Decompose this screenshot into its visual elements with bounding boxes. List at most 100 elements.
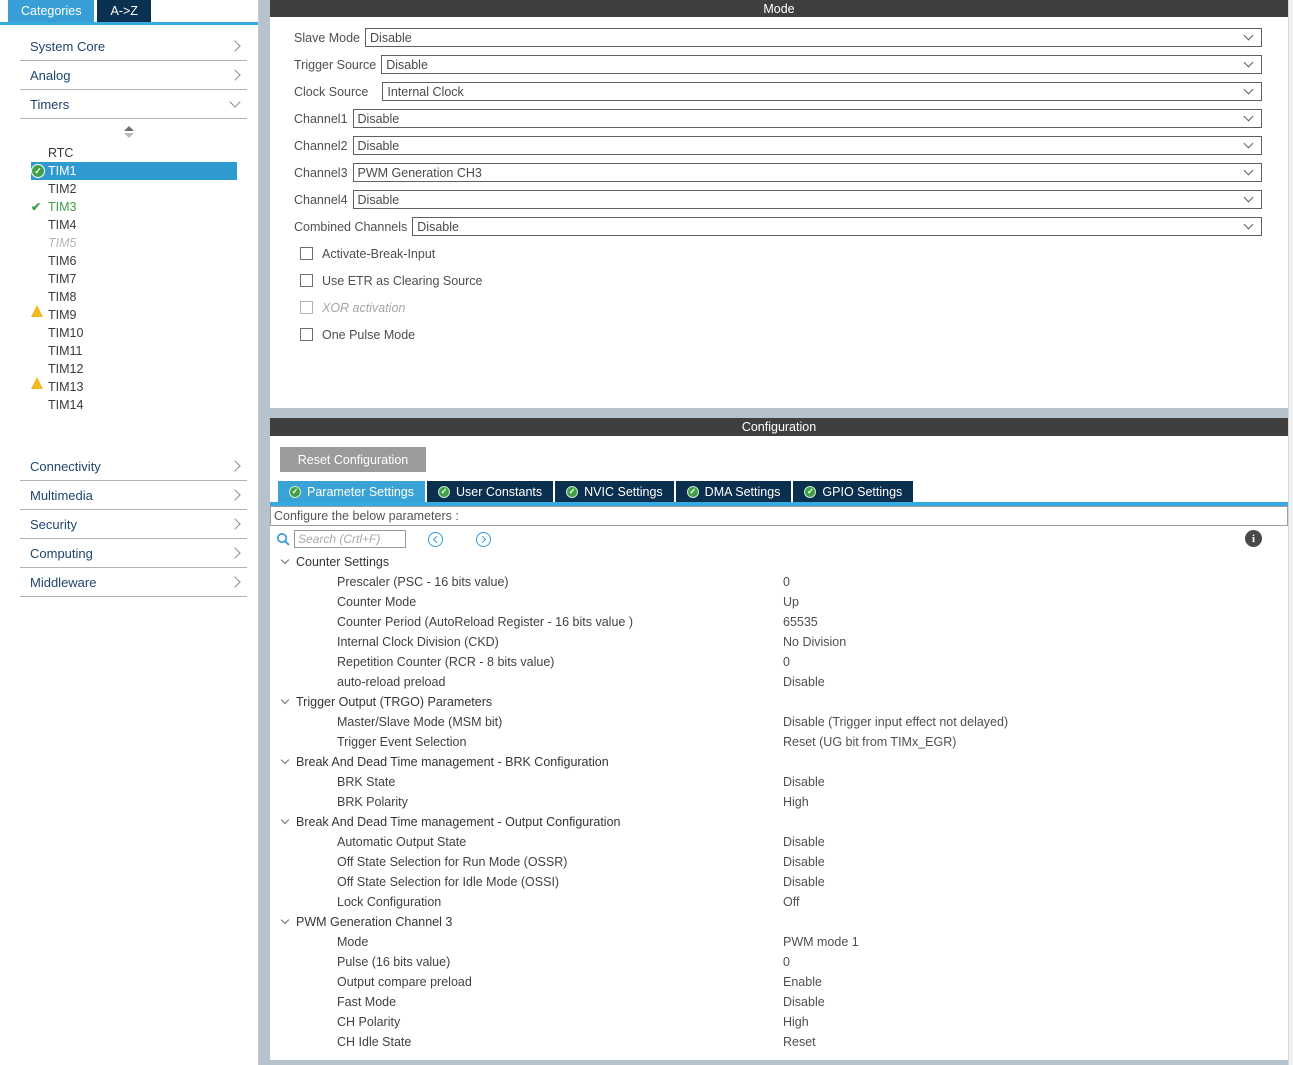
timer-list-item-tim1[interactable]: ✓ TIM1 (31, 162, 237, 180)
sidebar-category-timers[interactable]: Timers (0, 90, 258, 118)
sidebar-category-system-core[interactable]: System Core (0, 32, 258, 60)
tree-parameter-row[interactable]: Internal Clock Division (CKD) No Divisio… (270, 632, 1288, 652)
tree-parameter-row[interactable]: BRK Polarity High (270, 792, 1288, 812)
chevron-down-icon (1244, 58, 1254, 68)
tree-group-row[interactable]: Trigger Output (TRGO) Parameters (270, 692, 1288, 712)
timer-list-item-tim11[interactable]: TIM11 (31, 342, 237, 360)
reset-configuration-button[interactable]: Reset Configuration (280, 447, 426, 472)
tree-parameter-row[interactable]: Output compare preload Enable (270, 972, 1288, 992)
tree-parameter-row[interactable]: CH Idle State Reset (270, 1032, 1288, 1052)
tab-gpio-settings[interactable]: ✓ GPIO Settings (793, 481, 913, 502)
dropdown-channel3[interactable]: PWM Generation CH3 (353, 163, 1262, 182)
tree-group-row[interactable]: PWM Generation Channel 3 (270, 912, 1288, 932)
chevron-down-icon (1244, 166, 1254, 176)
timer-list-item-tim7[interactable]: TIM7 (31, 270, 237, 288)
mode-panel-body: Slave Mode Disable Trigger Source Disabl… (270, 17, 1288, 348)
info-icon[interactable]: i (1245, 530, 1262, 547)
dropdown-channel4[interactable]: Disable (353, 190, 1262, 209)
tree-parameter-row[interactable]: BRK State Disable (270, 772, 1288, 792)
tab-a-to-z[interactable]: A->Z (97, 0, 150, 22)
mode-dropdown-row: Channel2 Disable (270, 132, 1288, 159)
tree-parameter-row[interactable]: Off State Selection for Idle Mode (OSSI)… (270, 872, 1288, 892)
timer-list-item-tim14[interactable]: TIM14 (31, 396, 237, 414)
sidebar-category-middleware[interactable]: Middleware (0, 568, 258, 596)
timer-list-item-tim12[interactable]: ! TIM12 (31, 360, 237, 378)
dropdown-value: Disable (358, 193, 1245, 207)
timer-list-item-tim5[interactable]: TIM5 (31, 234, 237, 252)
tree-parameter-row[interactable]: Counter Period (AutoReload Register - 16… (270, 612, 1288, 632)
dropdown-slave-mode[interactable]: Disable (365, 28, 1262, 47)
mode-panel-title: Mode (270, 0, 1288, 17)
sidebar-category-connectivity[interactable]: Connectivity (0, 452, 258, 480)
tab-user-constants[interactable]: ✓ User Constants (427, 481, 553, 502)
tree-parameter-row[interactable]: Mode PWM mode 1 (270, 932, 1288, 952)
timer-list-item-tim4[interactable]: TIM4 (31, 216, 237, 234)
checkbox-one-pulse-mode[interactable] (300, 328, 313, 341)
checkbox-activate-break-input[interactable] (300, 247, 313, 260)
sidebar-category-computing[interactable]: Computing (0, 539, 258, 567)
search-previous-button[interactable] (428, 532, 443, 547)
configuration-panel: Configuration Reset Configuration ✓ Para… (270, 418, 1288, 1060)
tree-parameter-row[interactable]: Repetition Counter (RCR - 8 bits value) … (270, 652, 1288, 672)
right-scrollbar-track[interactable] (1288, 0, 1293, 1065)
chevron-down-icon (1244, 85, 1254, 95)
parameter-value: Disable (Trigger input effect not delaye… (783, 715, 1008, 729)
mode-dropdown-row: Channel4 Disable (270, 186, 1288, 213)
tree-group-label: Counter Settings (296, 555, 389, 569)
tree-parameter-row[interactable]: Fast Mode Disable (270, 992, 1288, 1012)
tab-nvic-settings[interactable]: ✓ NVIC Settings (555, 481, 674, 502)
chevron-down-icon (1244, 193, 1254, 203)
tab-parameter-settings[interactable]: ✓ Parameter Settings (278, 481, 425, 502)
dropdown-channel2[interactable]: Disable (353, 136, 1262, 155)
tree-parameter-row[interactable]: Automatic Output State Disable (270, 832, 1288, 852)
mode-checkbox-row: Activate-Break-Input (270, 240, 1288, 267)
tree-parameter-row[interactable]: auto-reload preload Disable (270, 672, 1288, 692)
parameter-name: auto-reload preload (337, 675, 445, 689)
parameter-name: Output compare preload (337, 975, 472, 989)
chevron-down-icon (281, 696, 289, 704)
dropdown-combined-channels[interactable]: Disable (412, 217, 1262, 236)
tree-group-row[interactable]: Counter Settings (270, 552, 1288, 572)
timer-list-item-tim10[interactable]: TIM10 (31, 324, 237, 342)
timer-list-item-tim8[interactable]: ! TIM8 (31, 288, 237, 306)
timer-list-item-tim3[interactable]: ✔ TIM3 (31, 198, 237, 216)
dropdown-channel1[interactable]: Disable (353, 109, 1262, 128)
search-input[interactable] (294, 530, 406, 548)
timer-list-item-tim6[interactable]: TIM6 (31, 252, 237, 270)
mode-checkbox-row: XOR activation (270, 294, 1288, 321)
timer-list-item-tim2[interactable]: TIM2 (31, 180, 237, 198)
dropdown-label: Channel2 (294, 139, 348, 153)
tab-check-icon: ✓ (804, 486, 816, 498)
search-next-button[interactable] (476, 532, 491, 547)
tree-parameter-row[interactable]: Master/Slave Mode (MSM bit) Disable (Tri… (270, 712, 1288, 732)
chevron-down-icon (1244, 31, 1254, 41)
tab-categories[interactable]: Categories (8, 0, 94, 22)
tab-dma-settings[interactable]: ✓ DMA Settings (676, 481, 792, 502)
tree-group-label: Break And Dead Time management - Output … (296, 815, 621, 829)
timer-list-item-tim13[interactable]: TIM13 (31, 378, 237, 396)
tree-parameter-row[interactable]: CH Polarity High (270, 1012, 1288, 1032)
sidebar-category-security[interactable]: Security (0, 510, 258, 538)
tree-parameter-row[interactable]: Lock Configuration Off (270, 892, 1288, 912)
tree-parameter-row[interactable]: Counter Mode Up (270, 592, 1288, 612)
parameter-name: CH Polarity (337, 1015, 400, 1029)
dropdown-clock-source[interactable]: Internal Clock (382, 82, 1262, 101)
mode-dropdown-row: Channel1 Disable (270, 105, 1288, 132)
dropdown-trigger-source[interactable]: Disable (381, 55, 1262, 74)
tree-parameter-row[interactable]: Off State Selection for Run Mode (OSSR) … (270, 852, 1288, 872)
tree-parameter-row[interactable]: Trigger Event Selection Reset (UG bit fr… (270, 732, 1288, 752)
timer-list-item-rtc[interactable]: RTC (31, 144, 237, 162)
warning-icon: ! (31, 291, 44, 303)
tree-parameter-row[interactable]: Pulse (16 bits value) 0 (270, 952, 1288, 972)
parameter-value: Disable (783, 775, 825, 789)
sidebar-category-multimedia[interactable]: Multimedia (0, 481, 258, 509)
sidebar-category-analog[interactable]: Analog (0, 61, 258, 89)
list-scroll-spinner[interactable] (0, 119, 258, 144)
tree-group-row[interactable]: Break And Dead Time management - Output … (270, 812, 1288, 832)
timer-list-item-tim9[interactable]: TIM9 (31, 306, 237, 324)
checkbox-xor-activation[interactable] (300, 301, 313, 314)
tree-parameter-row[interactable]: Prescaler (PSC - 16 bits value) 0 (270, 572, 1288, 592)
tree-group-row[interactable]: Break And Dead Time management - BRK Con… (270, 752, 1288, 772)
checkbox-use-etr-as-clearing-source[interactable] (300, 274, 313, 287)
chevron-icon (229, 96, 240, 107)
